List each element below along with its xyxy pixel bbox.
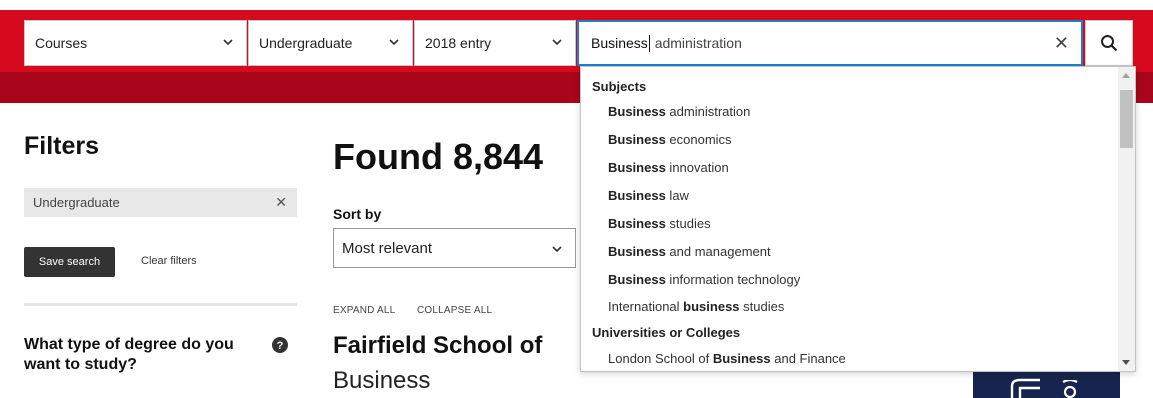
result-provider-subtitle[interactable]: Business xyxy=(333,367,430,395)
suggestion-item[interactable]: Business and management xyxy=(608,244,771,259)
search-suggestions-dropdown: Subjects Business administration Busines… xyxy=(580,66,1136,372)
suggestion-match: Business xyxy=(608,188,666,203)
study-level-value: Undergraduate xyxy=(259,35,353,51)
scrollbar-thumb[interactable] xyxy=(1120,90,1133,148)
suggestion-item[interactable]: Business law xyxy=(608,188,689,203)
study-level-select[interactable]: Undergraduate xyxy=(248,20,413,66)
search-typed-text: Business xyxy=(591,35,648,51)
suggestion-item[interactable]: Business administration xyxy=(608,104,750,119)
course-type-value: Courses xyxy=(35,35,88,51)
banner-logo-mark xyxy=(1062,380,1078,398)
suggestion-rest: administration xyxy=(665,104,751,119)
suggestion-rest: studies xyxy=(665,216,711,231)
suggestion-group-label: Subjects xyxy=(592,79,647,94)
suggestion-item[interactable]: Business innovation xyxy=(608,160,729,175)
suggestion-item[interactable]: International business studies xyxy=(608,299,784,314)
suggestion-rest: studies xyxy=(739,299,785,314)
suggestion-item[interactable]: London School of Business and Finance xyxy=(608,351,846,366)
active-filter-label: Undergraduate xyxy=(33,195,120,210)
search-suggestion-text: administration xyxy=(650,35,742,51)
suggestion-match: Business xyxy=(608,104,666,119)
scroll-up-arrow-icon[interactable] xyxy=(1122,73,1130,78)
suggestion-prefix: International xyxy=(608,299,684,314)
result-provider-title[interactable]: Fairfield School of xyxy=(333,332,542,360)
svg-text:?: ? xyxy=(277,340,284,352)
chevron-down-icon xyxy=(552,246,562,253)
suggestion-rest: law xyxy=(665,188,689,203)
collapse-all-link[interactable]: COLLAPSE ALL xyxy=(417,305,492,316)
chevron-down-icon xyxy=(389,39,399,46)
suggestion-rest: economics xyxy=(665,132,732,147)
banner-logo-mark xyxy=(1010,378,1040,398)
search-button[interactable] xyxy=(1085,20,1133,66)
suggestion-match: Business xyxy=(608,272,666,287)
expand-all-link[interactable]: EXPAND ALL xyxy=(333,305,395,316)
sort-by-select[interactable]: Most relevant xyxy=(333,228,576,268)
course-type-select[interactable]: Courses xyxy=(24,20,247,66)
suggestion-rest: and management xyxy=(665,244,771,259)
chevron-down-icon xyxy=(223,39,233,46)
suggestion-rest: and Finance xyxy=(770,351,846,366)
results-count-heading: Found 8,844 xyxy=(333,136,544,177)
entry-year-select[interactable]: 2018 entry xyxy=(414,20,576,66)
filters-divider xyxy=(24,303,297,306)
dropdown-scrollbar[interactable] xyxy=(1118,67,1135,371)
text-caret xyxy=(648,34,650,52)
save-search-button[interactable]: Save search xyxy=(24,247,115,277)
scroll-down-arrow-icon[interactable] xyxy=(1122,360,1130,365)
degree-type-question: What type of degree do you want to study… xyxy=(24,336,234,373)
suggestion-item[interactable]: Business economics xyxy=(608,132,732,147)
entry-year-value: 2018 entry xyxy=(425,35,492,51)
suggestion-item[interactable]: Business studies xyxy=(608,216,711,231)
suggestion-group-label: Universities or Colleges xyxy=(592,325,741,340)
suggestion-match: Business xyxy=(712,351,771,366)
active-filter-chip: Undergraduate ✕ xyxy=(24,188,297,217)
question-circle-icon[interactable]: ? xyxy=(272,337,288,353)
suggestion-match: Business xyxy=(608,160,666,175)
suggestion-rest: innovation xyxy=(665,160,729,175)
suggestion-match: Business xyxy=(608,244,666,259)
filters-heading: Filters xyxy=(24,132,100,160)
sort-by-value: Most relevant xyxy=(342,239,433,257)
suggestion-prefix: London School of xyxy=(608,351,713,366)
promo-banner[interactable] xyxy=(973,372,1120,398)
suggestion-match: Business xyxy=(608,132,666,147)
search-input[interactable]: Business administration ✕ xyxy=(577,20,1083,66)
suggestion-rest: information technology xyxy=(665,272,801,287)
suggestion-match: Business xyxy=(608,216,666,231)
suggestion-match: business xyxy=(683,299,740,314)
sort-by-label: Sort by xyxy=(333,206,382,222)
close-icon[interactable]: ✕ xyxy=(1054,34,1069,52)
suggestion-item[interactable]: Business information technology xyxy=(608,272,800,287)
chevron-down-icon xyxy=(552,39,562,46)
clear-filters-link[interactable]: Clear filters xyxy=(141,255,197,267)
close-icon[interactable]: ✕ xyxy=(275,194,287,211)
search-icon xyxy=(1101,35,1118,52)
